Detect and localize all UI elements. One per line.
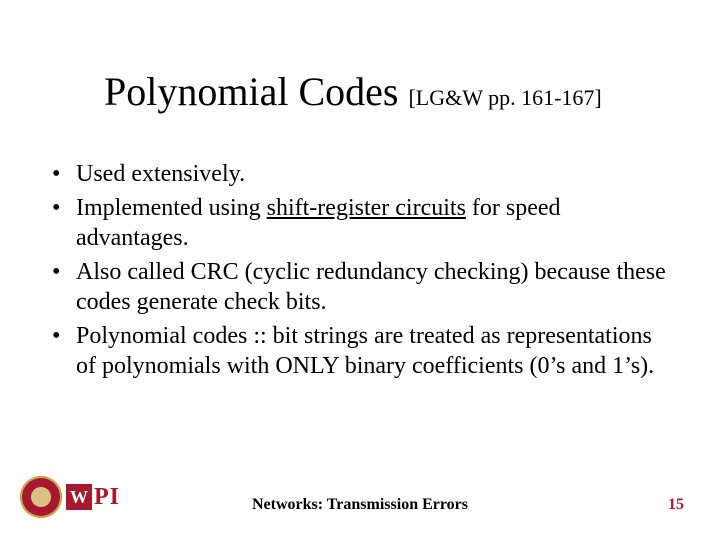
bullet-text: Implemented using [76,195,267,221]
bullet-text: Also called CRC (cyclic redundancy check… [76,259,666,315]
page-number: 15 [668,496,684,514]
bullet-underlined: shift-register circuits [267,195,466,221]
slide: Polynomial Codes [LG&W pp. 161-167] Used… [0,0,720,540]
bullet-list: Used extensively. Implemented using shif… [48,159,672,381]
title-reference: [LG&W pp. 161-167] [408,85,601,110]
bullet-item: Also called CRC (cyclic redundancy check… [48,257,672,317]
footer: W PI Networks: Transmission Errors 15 [0,466,720,518]
bullet-text: Used extensively. [76,161,245,187]
bullet-item: Used extensively. [48,159,672,189]
seal-icon [20,476,62,518]
slide-title: Polynomial Codes [LG&W pp. 161-167] [104,68,672,115]
bullet-text: Polynomial codes :: bit strings are trea… [76,323,654,379]
bullet-item: Polynomial codes :: bit strings are trea… [48,321,672,381]
title-main: Polynomial Codes [104,69,398,114]
bullet-item: Implemented using shift-register circuit… [48,193,672,253]
wpi-wordmark: W PI [66,484,120,511]
wpi-logo: W PI [20,476,120,518]
footer-title: Networks: Transmission Errors [252,496,468,514]
logo-pi: PI [94,484,120,511]
logo-w: W [66,484,92,510]
